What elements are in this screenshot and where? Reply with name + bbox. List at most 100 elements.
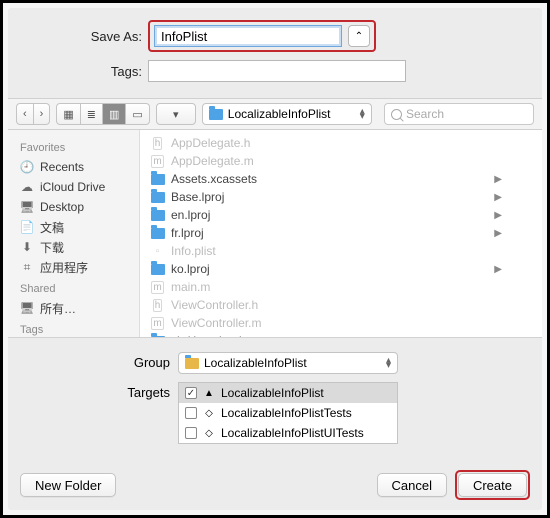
cover-view-icon: ▭ — [132, 108, 142, 121]
save-as-label: Save As: — [28, 29, 148, 44]
targets-label: Targets — [28, 382, 178, 400]
file-row[interactable]: Assets.xcassets ▶ — [140, 170, 542, 188]
disclosure-arrow-icon: ▶ — [494, 174, 532, 185]
sidebar-item[interactable]: 🖥 所有… — [20, 298, 139, 318]
file-row[interactable]: ko.lproj ▶ — [140, 260, 542, 278]
collapse-button[interactable]: ⌃ — [348, 25, 370, 47]
target-name: LocalizableInfoPlist — [221, 386, 324, 400]
h-file-icon: h — [153, 299, 163, 312]
group-popup[interactable]: LocalizableInfoPlist ▴▾ — [178, 352, 398, 374]
view-cover-button[interactable]: ▭ — [126, 103, 149, 125]
sidebar-item[interactable]: ⬇︎ 下载 — [20, 237, 139, 257]
sidebar-item[interactable]: 🕘 Recents — [20, 157, 139, 177]
cloud-icon: ☁︎ — [20, 180, 34, 194]
new-folder-button[interactable]: New Folder — [20, 473, 116, 497]
options-icon: ▾ — [173, 108, 179, 121]
desktop-icon: 🖥 — [20, 200, 34, 214]
file-name: ViewController.h — [171, 298, 258, 312]
sidebar: Favorites 🕘 Recents ☁︎ iCloud Drive 🖥 De… — [8, 130, 140, 337]
folder-icon — [151, 228, 165, 239]
disclosure-arrow-icon: ▶ — [494, 264, 532, 275]
tags-input[interactable] — [148, 60, 406, 82]
file-row[interactable]: h ViewController.h — [140, 296, 542, 314]
target-checkbox[interactable] — [185, 407, 197, 419]
target-row[interactable]: ✓ ▲ LocalizableInfoPlist — [179, 383, 397, 403]
sidebar-item-label: 下载 — [40, 239, 64, 256]
down-icon: ⬇︎ — [20, 240, 34, 254]
file-name: main.m — [171, 280, 210, 294]
test-icon: ◇ — [203, 427, 215, 439]
folder-icon — [209, 109, 223, 120]
disclosure-arrow-icon: ▶ — [494, 192, 532, 203]
file-row[interactable]: m ViewController.m — [140, 314, 542, 332]
sidebar-item-label: Desktop — [40, 200, 84, 214]
chevron-left-icon: ‹ — [23, 108, 27, 120]
options-button[interactable]: ▾ — [156, 103, 196, 125]
save-as-highlight: ⌃ — [148, 20, 376, 52]
grid-icon: ⌗ — [20, 260, 34, 274]
popup-chevrons-icon: ▴▾ — [360, 109, 365, 119]
m-file-icon: m — [151, 317, 163, 330]
nav-fwd-button[interactable]: › — [34, 103, 51, 125]
browser-toolbar: ‹ › ▦ ≣ ▥ ▭ ▾ LocalizableInfoPlist ▴▾ Se… — [8, 98, 542, 130]
file-row[interactable]: m AppDelegate.m — [140, 152, 542, 170]
search-icon — [391, 109, 402, 120]
file-name: AppDelegate.h — [171, 136, 250, 150]
target-row[interactable]: ◇ LocalizableInfoPlistUITests — [179, 423, 397, 443]
chevron-up-icon: ⌃ — [355, 31, 363, 42]
file-row[interactable]: fr.lproj ▶ — [140, 224, 542, 242]
file-row[interactable]: Base.lproj ▶ — [140, 188, 542, 206]
sidebar-item[interactable]: 📄 文稿 — [20, 217, 139, 237]
sidebar-item[interactable]: ⌗ 应用程序 — [20, 257, 139, 277]
sidebar-item-label: iCloud Drive — [40, 180, 105, 194]
app-icon: ▲ — [203, 387, 215, 399]
h-file-icon: h — [153, 137, 163, 150]
sidebar-head-tags: Tags — [20, 324, 139, 336]
target-checkbox[interactable] — [185, 427, 197, 439]
create-highlight: Create — [455, 470, 530, 500]
group-folder-icon — [185, 358, 199, 369]
folder-icon — [151, 336, 165, 338]
sidebar-item-label: 文稿 — [40, 219, 64, 236]
sidebar-item[interactable]: 🖥 Desktop — [20, 197, 139, 217]
m-file-icon: m — [151, 155, 163, 168]
cancel-button[interactable]: Cancel — [377, 473, 447, 497]
folder-icon — [151, 192, 165, 203]
view-column-button[interactable]: ▥ — [103, 103, 126, 125]
file-name: ViewController.m — [171, 316, 261, 330]
chevron-right-icon: › — [40, 108, 44, 120]
column-view-icon: ▥ — [109, 108, 119, 121]
doc-icon: 📄 — [20, 220, 34, 234]
m-file-icon: m — [151, 281, 163, 294]
target-checkbox[interactable]: ✓ — [185, 387, 197, 399]
view-list-button[interactable]: ≣ — [81, 103, 103, 125]
file-column: h AppDelegate.h m AppDelegate.m Assets.x… — [140, 130, 542, 337]
file-name: Base.lproj — [171, 190, 224, 204]
create-button[interactable]: Create — [458, 473, 527, 497]
file-name: AppDelegate.m — [171, 154, 254, 168]
icon-view-icon: ▦ — [63, 108, 73, 121]
sidebar-head-shared: Shared — [20, 283, 139, 295]
search-input[interactable]: Search — [384, 103, 534, 125]
sidebar-item-label: Recents — [40, 160, 84, 174]
folder-icon — [151, 210, 165, 221]
nav-back-button[interactable]: ‹ — [16, 103, 34, 125]
path-popup[interactable]: LocalizableInfoPlist ▴▾ — [202, 103, 372, 125]
globe-icon: 🖥 — [20, 301, 34, 315]
clock-icon: 🕘 — [20, 160, 34, 174]
file-row[interactable]: en.lproj ▶ — [140, 206, 542, 224]
save-as-input[interactable] — [154, 25, 342, 47]
search-placeholder: Search — [406, 107, 444, 121]
path-label: LocalizableInfoPlist — [228, 107, 331, 121]
test-icon: ◇ — [203, 407, 215, 419]
file-name: Info.plist — [171, 244, 216, 258]
file-row[interactable]: m main.m — [140, 278, 542, 296]
view-icon-button[interactable]: ▦ — [56, 103, 80, 125]
target-row[interactable]: ◇ LocalizableInfoPlistTests — [179, 403, 397, 423]
sidebar-item[interactable]: ☁︎ iCloud Drive — [20, 177, 139, 197]
file-row[interactable]: h AppDelegate.h — [140, 134, 542, 152]
targets-list: ✓ ▲ LocalizableInfoPlist ◇ LocalizableIn… — [178, 382, 398, 444]
file-row[interactable]: ▫︎ Info.plist — [140, 242, 542, 260]
disclosure-arrow-icon: ▶ — [494, 228, 532, 239]
sidebar-item-label: 所有… — [40, 300, 76, 317]
